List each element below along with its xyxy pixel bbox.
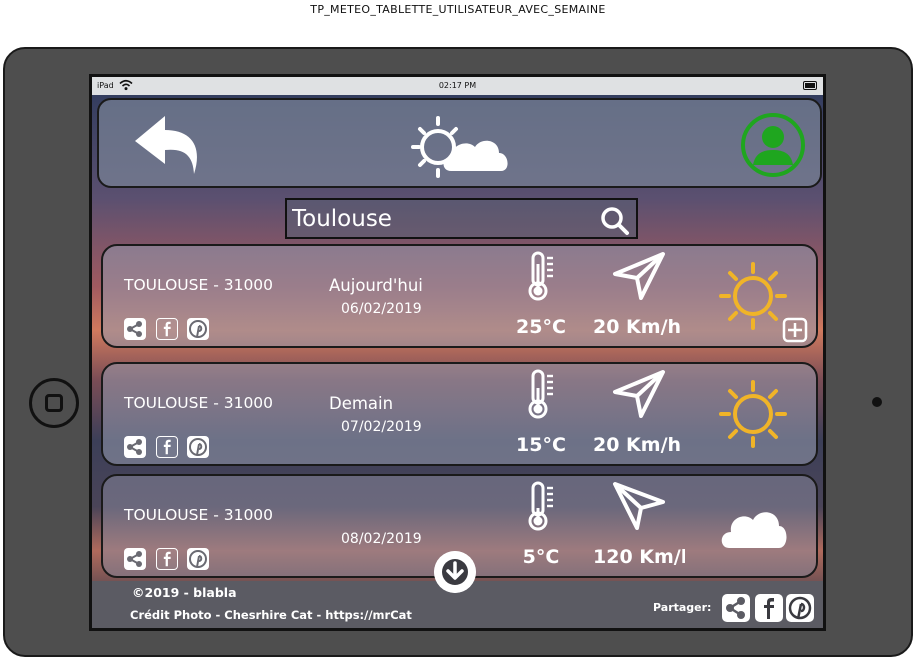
share-icon[interactable]: [124, 318, 146, 340]
thermometer-icon: [528, 251, 553, 301]
status-time: 02:17 PM: [438, 81, 477, 90]
cloud-icon: [721, 512, 787, 548]
thermometer-icon: [528, 369, 553, 419]
scroll-down-icon[interactable]: [434, 551, 476, 593]
pinterest-icon[interactable]: [786, 594, 814, 622]
wind-speed-value: 20 Km/h: [593, 316, 682, 338]
temperature-value: 5°C: [522, 546, 560, 568]
battery-icon: [803, 81, 817, 90]
day-label: Aujourd'hui: [329, 276, 423, 295]
pinterest-icon[interactable]: [187, 436, 209, 458]
forecast-card[interactable]: TOULOUSE - 31000 Aujourd'hui 06/02/2019 …: [101, 244, 818, 348]
wind-direction-icon: [613, 252, 665, 300]
photo-credit-text: Crédit Photo - Chesrhire Cat - https://m…: [130, 608, 412, 622]
home-button[interactable]: [29, 378, 79, 428]
facebook-icon[interactable]: [156, 436, 178, 458]
user-profile-icon[interactable]: [740, 112, 806, 178]
temperature-value: 25°C: [516, 316, 566, 338]
day-date: 06/02/2019: [341, 301, 422, 317]
share-icon[interactable]: [124, 548, 146, 570]
pinterest-icon[interactable]: [187, 318, 209, 340]
search-box: [285, 198, 638, 239]
header-bar: [97, 98, 822, 188]
forecast-card[interactable]: TOULOUSE - 31000 Demain 07/02/2019 15°C …: [101, 362, 818, 466]
page-title: TP_METEO_TABLETTE_UTILISATEUR_AVEC_SEMAI…: [310, 3, 606, 16]
facebook-icon[interactable]: [156, 318, 178, 340]
sun-icon: [719, 380, 787, 448]
share-icon[interactable]: [124, 436, 146, 458]
add-icon[interactable]: [782, 317, 808, 343]
search-input[interactable]: [292, 205, 592, 233]
wind-speed-value: 20 Km/h: [593, 434, 682, 456]
camera-dot: [872, 397, 882, 407]
facebook-icon[interactable]: [755, 594, 783, 622]
share-label: Partager:: [653, 601, 712, 614]
wind-direction-icon: [613, 482, 665, 530]
day-label: Demain: [329, 394, 394, 413]
city-name: TOULOUSE - 31000: [124, 276, 274, 294]
temperature-value: 15°C: [516, 434, 566, 456]
back-arrow-icon[interactable]: [133, 114, 203, 176]
city-name: TOULOUSE - 31000: [124, 394, 274, 412]
day-date: 08/02/2019: [341, 531, 422, 547]
sun-cloud-logo-icon: [411, 116, 508, 178]
share-icon[interactable]: [722, 594, 750, 622]
thermometer-icon: [528, 481, 553, 531]
copyright-text: ©2019 - blabla: [132, 585, 237, 600]
sun-icon: [719, 262, 787, 330]
search-icon[interactable]: [600, 206, 630, 236]
status-bar: iPad 02:17 PM: [92, 77, 823, 95]
facebook-icon[interactable]: [156, 548, 178, 570]
wind-speed-value: 120 Km/h: [593, 546, 685, 568]
wind-direction-icon: [613, 370, 665, 418]
pinterest-icon[interactable]: [187, 548, 209, 570]
tablet-screen: iPad 02:17 PM Toulouse TOULOUSE - 31000 …: [89, 74, 826, 631]
city-name: TOULOUSE - 31000: [124, 506, 274, 524]
day-date: 07/02/2019: [341, 419, 422, 435]
